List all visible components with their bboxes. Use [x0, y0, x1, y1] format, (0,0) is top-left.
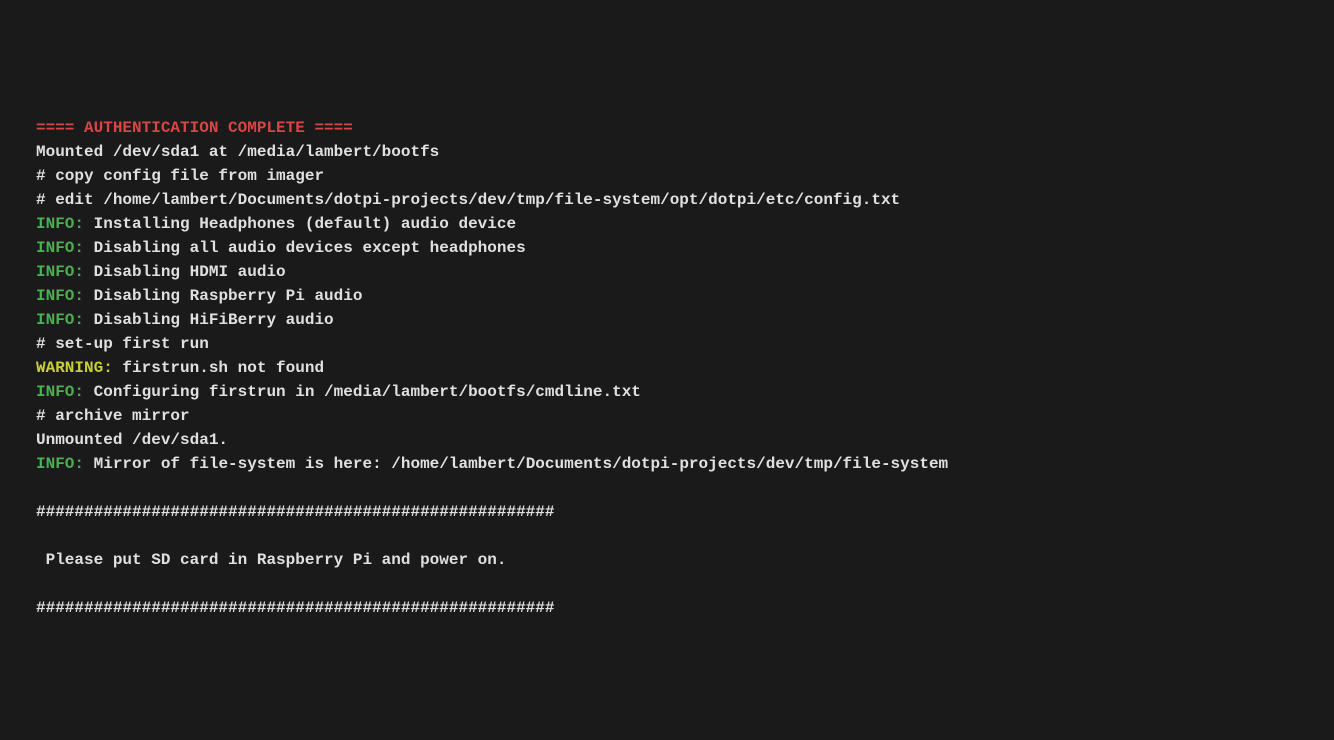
terminal-line: ########################################… — [36, 500, 1298, 524]
terminal-line: INFO: Disabling HiFiBerry audio — [36, 308, 1298, 332]
terminal-segment: Unmounted /dev/sda1. — [36, 431, 228, 449]
terminal-line: # set-up first run — [36, 332, 1298, 356]
terminal-segment: INFO: — [36, 287, 84, 305]
terminal-line: INFO: Disabling HDMI audio — [36, 260, 1298, 284]
terminal-segment: # archive mirror — [36, 407, 190, 425]
terminal-segment: Disabling all audio devices except headp… — [84, 239, 526, 257]
terminal-segment: Mirror of file-system is here: /home/lam… — [84, 455, 948, 473]
terminal-segment: WARNING: — [36, 359, 113, 377]
terminal-segment: Installing Headphones (default) audio de… — [84, 215, 516, 233]
terminal-line: # archive mirror — [36, 404, 1298, 428]
terminal-line — [36, 524, 1298, 548]
terminal-line: ==== AUTHENTICATION COMPLETE ==== — [36, 116, 1298, 140]
terminal-line: # copy config file from imager — [36, 164, 1298, 188]
terminal-segment: firstrun.sh not found — [113, 359, 324, 377]
terminal-segment: INFO: — [36, 383, 84, 401]
terminal-line: Mounted /dev/sda1 at /media/lambert/boot… — [36, 140, 1298, 164]
terminal-line: INFO: Configuring firstrun in /media/lam… — [36, 380, 1298, 404]
terminal-segment: INFO: — [36, 455, 84, 473]
terminal-segment: ########################################… — [36, 503, 554, 521]
terminal-segment: Please put SD card in Raspberry Pi and p… — [36, 551, 506, 569]
terminal-line: # edit /home/lambert/Documents/dotpi-pro… — [36, 188, 1298, 212]
terminal-line: WARNING: firstrun.sh not found — [36, 356, 1298, 380]
terminal-line: Please put SD card in Raspberry Pi and p… — [36, 548, 1298, 572]
terminal-segment: Disabling Raspberry Pi audio — [84, 287, 362, 305]
terminal-segment: # edit /home/lambert/Documents/dotpi-pro… — [36, 191, 900, 209]
terminal-segment: INFO: — [36, 215, 84, 233]
terminal-line: INFO: Disabling Raspberry Pi audio — [36, 284, 1298, 308]
terminal-segment: Mounted /dev/sda1 at /media/lambert/boot… — [36, 143, 439, 161]
terminal-output: ==== AUTHENTICATION COMPLETE ==== Mounted… — [36, 116, 1298, 620]
terminal-segment: ########################################… — [36, 599, 554, 617]
terminal-segment: ==== AUTHENTICATION COMPLETE ==== — [36, 119, 353, 137]
terminal-segment: Configuring firstrun in /media/lambert/b… — [84, 383, 641, 401]
terminal-line — [36, 572, 1298, 596]
terminal-segment: Disabling HDMI audio — [84, 263, 286, 281]
terminal-segment: INFO: — [36, 239, 84, 257]
terminal-segment: INFO: — [36, 311, 84, 329]
terminal-segment: Disabling HiFiBerry audio — [84, 311, 334, 329]
terminal-line: INFO: Disabling all audio devices except… — [36, 236, 1298, 260]
terminal-segment: # set-up first run — [36, 335, 209, 353]
terminal-line: INFO: Mirror of file-system is here: /ho… — [36, 452, 1298, 476]
terminal-line — [36, 476, 1298, 500]
terminal-segment: INFO: — [36, 263, 84, 281]
terminal-line: INFO: Installing Headphones (default) au… — [36, 212, 1298, 236]
terminal-line: ########################################… — [36, 596, 1298, 620]
terminal-line: Unmounted /dev/sda1. — [36, 428, 1298, 452]
terminal-segment: # copy config file from imager — [36, 167, 324, 185]
